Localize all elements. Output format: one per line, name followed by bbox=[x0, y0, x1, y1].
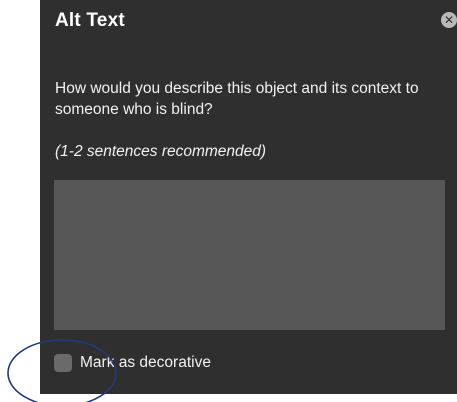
pane-title: Alt Text bbox=[55, 10, 125, 31]
sentence-hint: (1-2 sentences recommended) bbox=[55, 143, 267, 160]
alt-text-description-input[interactable] bbox=[54, 180, 445, 330]
mark-decorative-option[interactable]: Mark as decorative bbox=[54, 353, 211, 373]
alt-text-pane: Alt Text ✕ How would you describe this o… bbox=[40, 0, 457, 394]
close-icon[interactable]: ✕ bbox=[441, 12, 457, 28]
description-prompt: How would you describe this object and i… bbox=[55, 80, 419, 118]
screenshot-stage: Alt Text ✕ How would you describe this o… bbox=[0, 0, 457, 402]
decorative-label: Mark as decorative bbox=[80, 354, 211, 371]
decorative-checkbox[interactable] bbox=[54, 354, 72, 372]
